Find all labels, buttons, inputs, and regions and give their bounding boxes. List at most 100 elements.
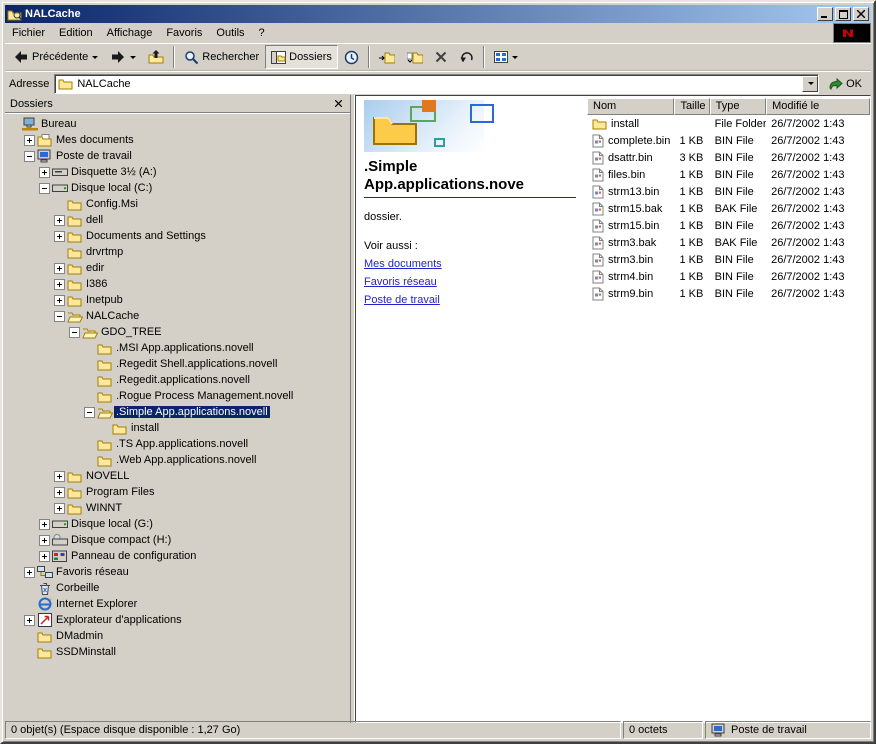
forward-button[interactable] bbox=[104, 45, 142, 69]
expand-icon[interactable] bbox=[54, 263, 65, 274]
search-button[interactable]: Rechercher bbox=[178, 45, 265, 69]
tree-item-ssdminstall[interactable]: SSDMinstall bbox=[9, 644, 350, 660]
views-dropdown-icon[interactable] bbox=[512, 56, 518, 59]
expand-icon[interactable] bbox=[39, 519, 50, 530]
column-header-modifi-le[interactable]: Modifié le bbox=[766, 98, 870, 115]
expand-icon[interactable] bbox=[54, 279, 65, 290]
tree-item-disque-local-c[interactable]: Disque local (C:) bbox=[9, 180, 350, 196]
up-button[interactable] bbox=[142, 45, 170, 69]
expand-icon[interactable] bbox=[39, 167, 50, 178]
delete-button[interactable] bbox=[429, 45, 453, 69]
tree-item-ts-app-applications-novell[interactable]: .TS App.applications.novell bbox=[9, 436, 350, 452]
expand-icon[interactable] bbox=[54, 215, 65, 226]
tree-item-favoris-r-seau[interactable]: Favoris réseau bbox=[9, 564, 350, 580]
tree-item-regedit-applications-novell[interactable]: .Regedit.applications.novell bbox=[9, 372, 350, 388]
expand-icon[interactable] bbox=[24, 135, 35, 146]
tree-item-program-files[interactable]: Program Files bbox=[9, 484, 350, 500]
tree-item-msi-app-applications-novell[interactable]: .MSI App.applications.novell bbox=[9, 340, 350, 356]
back-button[interactable]: Précédente bbox=[7, 45, 104, 69]
file-row-strm13-bin[interactable]: strm13.bin1 KBBIN File26/7/2002 1:43 bbox=[587, 183, 870, 200]
tree-item-winnt[interactable]: WINNT bbox=[9, 500, 350, 516]
expand-icon[interactable] bbox=[54, 295, 65, 306]
collapse-icon[interactable] bbox=[84, 407, 95, 418]
file-row-strm3-bin[interactable]: strm3.bin1 KBBIN File26/7/2002 1:43 bbox=[587, 251, 870, 268]
tree-item-mes-documents[interactable]: Mes documents bbox=[9, 132, 350, 148]
tree-item-simple-app-applications-novell[interactable]: .Simple App.applications.novell bbox=[9, 404, 350, 420]
tree-item-drvrtmp[interactable]: drvrtmp bbox=[9, 244, 350, 260]
link-favoris-r-seau[interactable]: Favoris réseau bbox=[364, 276, 437, 288]
menu-fichier[interactable]: Fichier bbox=[5, 24, 52, 42]
link-poste-de-travail[interactable]: Poste de travail bbox=[364, 294, 440, 306]
link-mes-documents[interactable]: Mes documents bbox=[364, 258, 442, 270]
collapse-icon[interactable] bbox=[39, 183, 50, 194]
file-row-strm3-bak[interactable]: strm3.bak1 KBBAK File26/7/2002 1:43 bbox=[587, 234, 870, 251]
tree-item-gdo-tree[interactable]: GDO_TREE bbox=[9, 324, 350, 340]
move-to-button[interactable] bbox=[373, 45, 401, 69]
menu-edition[interactable]: Edition bbox=[52, 24, 100, 42]
tree-item-internet-explorer[interactable]: Internet Explorer bbox=[9, 596, 350, 612]
collapse-icon[interactable] bbox=[69, 327, 80, 338]
folders-button[interactable]: Dossiers bbox=[265, 45, 338, 69]
close-folders-pane-button[interactable] bbox=[331, 97, 345, 110]
file-row-dsattr-bin[interactable]: dsattr.bin3 KBBIN File26/7/2002 1:43 bbox=[587, 149, 870, 166]
tree-item-web-app-applications-novell[interactable]: .Web App.applications.novell bbox=[9, 452, 350, 468]
file-row-strm4-bin[interactable]: strm4.bin1 KBBIN File26/7/2002 1:43 bbox=[587, 268, 870, 285]
copy-to-button[interactable] bbox=[401, 45, 429, 69]
tree-item-config-msi[interactable]: Config.Msi bbox=[9, 196, 350, 212]
tree-item-corbeille[interactable]: Corbeille bbox=[9, 580, 350, 596]
tree-item-panneau-de-configuration[interactable]: Panneau de configuration bbox=[9, 548, 350, 564]
tree-item-disque-local-g[interactable]: Disque local (G:) bbox=[9, 516, 350, 532]
collapse-icon[interactable] bbox=[24, 151, 35, 162]
tree-item-dell[interactable]: dell bbox=[9, 212, 350, 228]
history-button[interactable] bbox=[338, 45, 365, 69]
title-bar[interactable]: NALCache bbox=[5, 5, 871, 23]
forward-dropdown-icon[interactable] bbox=[130, 56, 136, 59]
file-row-strm15-bin[interactable]: strm15.bin1 KBBIN File26/7/2002 1:43 bbox=[587, 217, 870, 234]
tree-item-documents-and-settings[interactable]: Documents and Settings bbox=[9, 228, 350, 244]
tree-item-i386[interactable]: I386 bbox=[9, 276, 350, 292]
undo-button[interactable] bbox=[453, 45, 480, 69]
back-dropdown-icon[interactable] bbox=[92, 56, 98, 59]
column-header-nom[interactable]: Nom bbox=[587, 98, 674, 115]
menu-item[interactable]: ? bbox=[252, 24, 272, 42]
tree-item-explorateur-d-applications[interactable]: Explorateur d'applications bbox=[9, 612, 350, 628]
minimize-button[interactable] bbox=[817, 7, 833, 21]
address-dropdown-button[interactable] bbox=[802, 76, 818, 92]
expand-icon[interactable] bbox=[24, 567, 35, 578]
file-row-files-bin[interactable]: files.bin1 KBBIN File26/7/2002 1:43 bbox=[587, 166, 870, 183]
tree-item-rogue-process-management-novell[interactable]: .Rogue Process Management.novell bbox=[9, 388, 350, 404]
tree-item-disque-compact-h[interactable]: Disque compact (H:) bbox=[9, 532, 350, 548]
menu-outils[interactable]: Outils bbox=[209, 24, 251, 42]
tree-item-nalcache[interactable]: NALCache bbox=[9, 308, 350, 324]
tree-item-bureau[interactable]: Bureau bbox=[9, 116, 350, 132]
menu-affichage[interactable]: Affichage bbox=[100, 24, 160, 42]
column-header-taille[interactable]: Taille bbox=[674, 98, 709, 115]
collapse-icon[interactable] bbox=[54, 311, 65, 322]
menu-favoris[interactable]: Favoris bbox=[159, 24, 209, 42]
tree-item-novell[interactable]: NOVELL bbox=[9, 468, 350, 484]
address-input[interactable]: NALCache bbox=[54, 74, 819, 94]
tree-item-inetpub[interactable]: Inetpub bbox=[9, 292, 350, 308]
expand-icon[interactable] bbox=[39, 535, 50, 546]
views-button[interactable] bbox=[488, 45, 524, 69]
expand-icon[interactable] bbox=[24, 615, 35, 626]
tree-item-dmadmin[interactable]: DMadmin bbox=[9, 628, 350, 644]
tree-item-regedit-shell-applications-novell[interactable]: .Regedit Shell.applications.novell bbox=[9, 356, 350, 372]
file-row-install[interactable]: installFile Folder26/7/2002 1:43 bbox=[587, 115, 870, 132]
tree-item-install[interactable]: install bbox=[9, 420, 350, 436]
expand-icon[interactable] bbox=[54, 503, 65, 514]
expand-icon[interactable] bbox=[54, 471, 65, 482]
expand-icon[interactable] bbox=[54, 487, 65, 498]
column-header-type[interactable]: Type bbox=[710, 98, 766, 115]
tree-item-poste-de-travail[interactable]: Poste de travail bbox=[9, 148, 350, 164]
expand-icon[interactable] bbox=[54, 231, 65, 242]
close-button[interactable] bbox=[853, 7, 869, 21]
maximize-button[interactable] bbox=[835, 7, 851, 21]
expand-icon[interactable] bbox=[39, 551, 50, 562]
tree-item-disquette-3-a[interactable]: Disquette 3½ (A:) bbox=[9, 164, 350, 180]
go-button[interactable]: OK bbox=[824, 76, 867, 92]
file-row-strm9-bin[interactable]: strm9.bin1 KBBIN File26/7/2002 1:43 bbox=[587, 285, 870, 302]
file-row-complete-bin[interactable]: complete.bin1 KBBIN File26/7/2002 1:43 bbox=[587, 132, 870, 149]
tree-item-edir[interactable]: edir bbox=[9, 260, 350, 276]
file-row-strm15-bak[interactable]: strm15.bak1 KBBAK File26/7/2002 1:43 bbox=[587, 200, 870, 217]
